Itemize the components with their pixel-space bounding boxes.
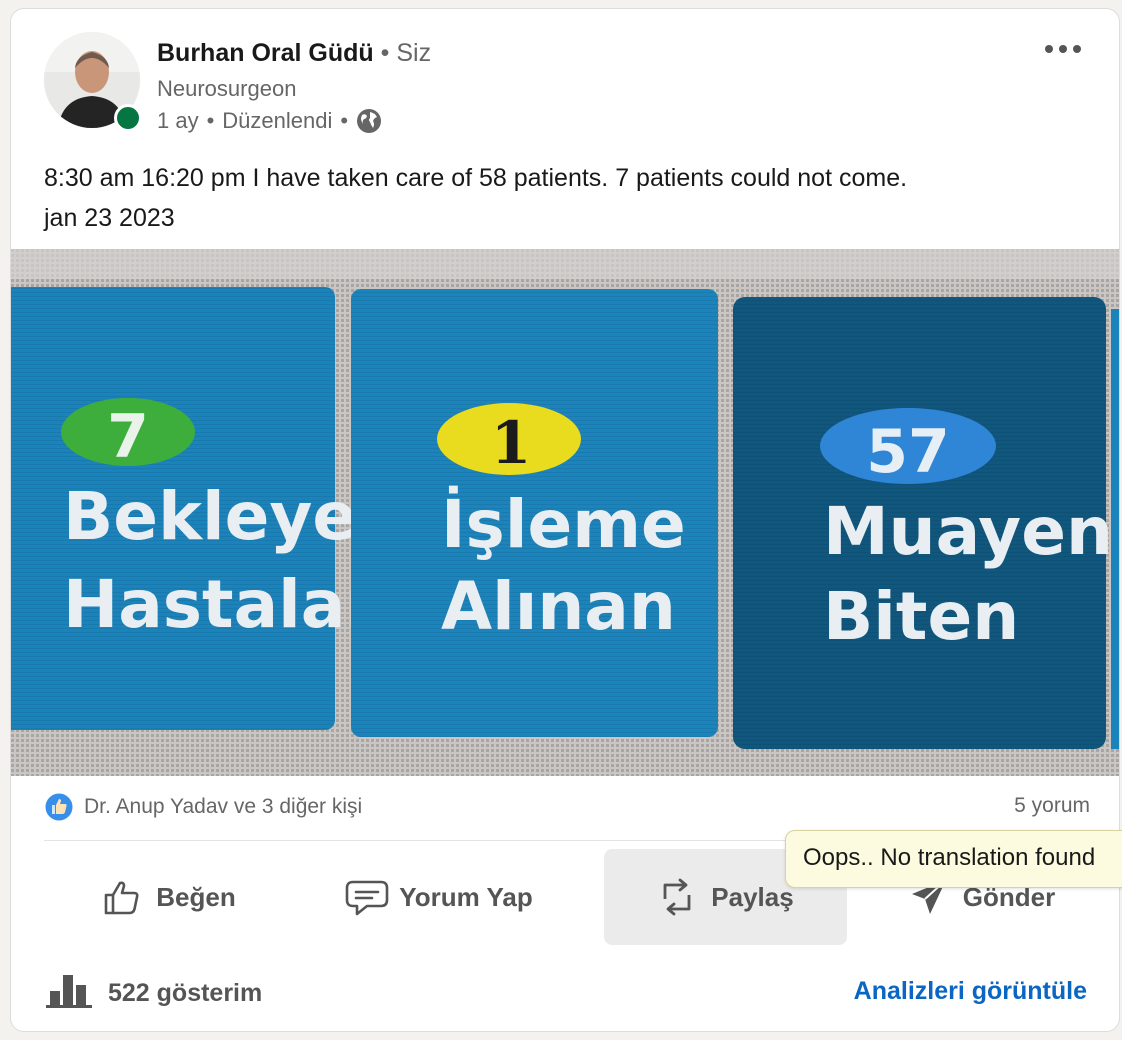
edited-label: Düzenlendi [222,108,333,133]
post-image[interactable]: 7 Bekleyeı Hastalaı 1 İşleme Alınan 57 M… [11,249,1119,776]
tile-label: İşleme [441,486,686,563]
globe-icon [356,108,382,134]
tile-label: Alınan [441,568,676,645]
status-tile-in-progress: 1 İşleme Alınan [351,289,718,737]
author-name[interactable]: Burhan Oral Güdü [157,39,374,67]
reactions-text: Dr. Anup Yadav ve 3 diğer kişi [84,795,363,818]
tile-label: Hastalaı [63,566,368,643]
author-relation: Siz [396,39,432,67]
meta-separator: • [340,108,349,133]
author-line: Burhan Oral Güdü • Siz [157,39,431,68]
bar-chart-icon [46,971,92,1016]
post-meta: 1 ay • Düzenlendi • [157,108,382,134]
tile-label: Bekleyeı [63,478,380,555]
post-text: 8:30 am 16:20 pm I have taken care of 58… [44,158,1094,238]
comment-icon [345,877,389,917]
status-tile-completed: 57 Muayen Biten [733,297,1113,749]
status-tile-waiting: 7 Bekleyeı Hastalaı [11,287,380,730]
thumbs-up-icon [102,877,142,917]
online-status-dot [114,104,142,132]
translation-tooltip: Oops.. No translation found [785,830,1122,888]
comments-count[interactable]: 5 yorum [1014,794,1090,818]
social-counts: Dr. Anup Yadav ve 3 diğer kişi 5 yorum [44,792,1090,822]
like-label: Beğen [156,881,236,912]
meta-separator: • [206,108,215,133]
impressions[interactable]: 522 gösterim [46,971,262,1016]
tile-label: Biten [823,578,1019,655]
repost-label: Paylaş [711,881,794,912]
author-separator: • [380,39,390,67]
tile-count: 1 [491,409,531,477]
repost-icon [657,877,697,917]
post-text-line: 8:30 am 16:20 pm I have taken care of 58… [44,164,908,192]
like-button[interactable]: Beğen [44,849,294,945]
tile-count: 7 [107,402,149,472]
reactions-summary[interactable]: Dr. Anup Yadav ve 3 diğer kişi [44,792,362,822]
view-analytics-link[interactable]: Analizleri görüntüle [854,977,1087,1006]
post-time: 1 ay [157,108,199,133]
like-reaction-icon [44,792,74,822]
author-headline: Neurosurgeon [157,76,297,101]
impressions-label: 522 gösterim [108,979,263,1007]
more-options-button[interactable] [1039,33,1087,69]
tile-label: Muayen [823,493,1113,570]
comment-button[interactable]: Yorum Yap [314,849,564,945]
comment-label: Yorum Yap [399,881,533,912]
tile-count: 57 [866,417,950,487]
post-text-line: jan 23 2023 [44,204,175,232]
